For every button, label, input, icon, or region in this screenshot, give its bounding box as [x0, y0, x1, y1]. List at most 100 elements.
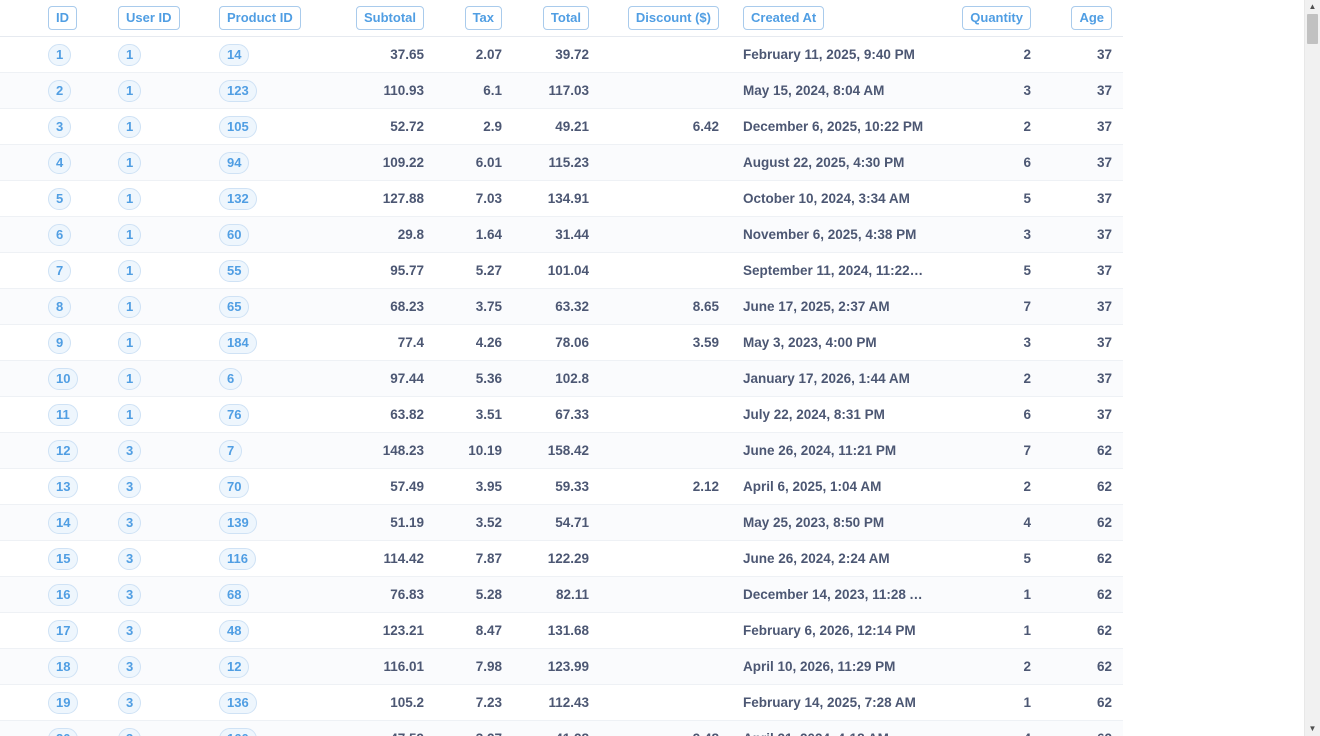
column-header-label[interactable]: Quantity	[962, 6, 1031, 30]
cell-product-id[interactable]: 123	[219, 73, 329, 108]
cell-product-id[interactable]: 105	[219, 109, 329, 144]
fk-link-pill[interactable]: 60	[219, 223, 250, 246]
cell-product-id[interactable]: 48	[219, 613, 329, 648]
cell-product-id[interactable]: 76	[219, 397, 329, 432]
table-row[interactable]: 6 1 60 29.8 1.64 31.44 November 6, 2025, 4:38 …	[0, 217, 1123, 253]
fk-link-pill[interactable]: 7	[48, 259, 72, 282]
column-header-label[interactable]: Product ID	[219, 6, 301, 30]
fk-link-pill[interactable]: 3	[118, 619, 142, 642]
cell-id[interactable]: 17	[48, 613, 108, 648]
fk-link-pill[interactable]: 6	[48, 223, 72, 246]
fk-link-pill[interactable]: 1	[118, 295, 142, 318]
fk-link-pill[interactable]: 1	[118, 367, 142, 390]
fk-link-pill[interactable]: 12	[219, 655, 250, 678]
fk-link-pill[interactable]: 1	[118, 115, 142, 138]
fk-link-pill[interactable]: 76	[219, 403, 250, 426]
fk-link-pill[interactable]: 1	[118, 223, 142, 246]
cell-id[interactable]: 6	[48, 217, 108, 252]
cell-user-id[interactable]: 1	[118, 109, 208, 144]
cell-product-id[interactable]: 116	[219, 541, 329, 576]
column-header-label[interactable]: Discount ($)	[627, 6, 719, 30]
fk-link-pill[interactable]: 1	[118, 79, 142, 102]
cell-product-id[interactable]: 70	[219, 469, 329, 504]
table-row[interactable]: 8 1 65 68.23 3.75 63.32 8.65 June 17, 2025, 2:3…	[0, 289, 1123, 325]
fk-link-pill[interactable]: 19	[48, 691, 79, 714]
cell-user-id[interactable]: 1	[118, 397, 208, 432]
fk-link-pill[interactable]: 48	[219, 619, 250, 642]
cell-product-id[interactable]: 60	[219, 217, 329, 252]
cell-user-id[interactable]: 3	[118, 577, 208, 612]
fk-link-pill[interactable]: 18	[48, 655, 79, 678]
table-row[interactable]: 20 3 160 47.59 3.27 41.28 9.48 April 21, 2024, …	[0, 721, 1123, 736]
cell-product-id[interactable]: 12	[219, 649, 329, 684]
column-header-label[interactable]: Tax	[464, 6, 502, 30]
column-header-label[interactable]: User ID	[118, 6, 180, 30]
cell-user-id[interactable]: 1	[118, 253, 208, 288]
cell-product-id[interactable]: 160	[219, 721, 329, 736]
fk-link-pill[interactable]: 123	[219, 79, 257, 102]
table-row[interactable]: 12 3 7 148.23 10.19 158.42 June 26, 2024, 11:2…	[0, 433, 1123, 469]
cell-id[interactable]: 19	[48, 685, 108, 720]
cell-user-id[interactable]: 1	[118, 37, 208, 72]
cell-user-id[interactable]: 3	[118, 685, 208, 720]
fk-link-pill[interactable]: 160	[219, 727, 257, 736]
cell-user-id[interactable]: 1	[118, 217, 208, 252]
fk-link-pill[interactable]: 9	[48, 331, 72, 354]
table-row[interactable]: 9 1 184 77.4 4.26 78.06 3.59 May 3, 2023, 4:00 …	[0, 325, 1123, 361]
column-header-age[interactable]: Age	[1040, 0, 1112, 36]
fk-link-pill[interactable]: 132	[219, 187, 257, 210]
fk-link-pill[interactable]: 94	[219, 151, 250, 174]
cell-id[interactable]: 15	[48, 541, 108, 576]
fk-link-pill[interactable]: 184	[219, 331, 257, 354]
fk-link-pill[interactable]: 139	[219, 511, 257, 534]
fk-link-pill[interactable]: 3	[118, 547, 142, 570]
scroll-down-icon[interactable]: ▼	[1305, 722, 1320, 736]
table-row[interactable]: 16 3 68 76.83 5.28 82.11 December 14, 2023, 11…	[0, 577, 1123, 613]
table-row[interactable]: 19 3 136 105.2 7.23 112.43 February 14, 2025, …	[0, 685, 1123, 721]
fk-link-pill[interactable]: 1	[118, 187, 142, 210]
scrollbar-thumb[interactable]	[1307, 14, 1318, 44]
fk-link-pill[interactable]: 1	[48, 43, 72, 66]
cell-user-id[interactable]: 1	[118, 361, 208, 396]
fk-link-pill[interactable]: 16	[48, 583, 79, 606]
cell-user-id[interactable]: 3	[118, 613, 208, 648]
table-row[interactable]: 18 3 12 116.01 7.98 123.99 April 10, 2026, 11:…	[0, 649, 1123, 685]
fk-link-pill[interactable]: 10	[48, 367, 79, 390]
fk-link-pill[interactable]: 68	[219, 583, 250, 606]
cell-id[interactable]: 5	[48, 181, 108, 216]
cell-user-id[interactable]: 3	[118, 649, 208, 684]
cell-user-id[interactable]: 1	[118, 145, 208, 180]
fk-link-pill[interactable]: 1	[118, 151, 142, 174]
column-header-label[interactable]: Age	[1071, 6, 1112, 30]
cell-id[interactable]: 8	[48, 289, 108, 324]
fk-link-pill[interactable]: 3	[118, 511, 142, 534]
table-row[interactable]: 14 3 139 51.19 3.52 54.71 May 25, 2023, 8:50 P…	[0, 505, 1123, 541]
table-row[interactable]: 4 1 94 109.22 6.01 115.23 August 22, 2025, 4:3…	[0, 145, 1123, 181]
cell-user-id[interactable]: 3	[118, 505, 208, 540]
cell-id[interactable]: 18	[48, 649, 108, 684]
cell-id[interactable]: 4	[48, 145, 108, 180]
cell-user-id[interactable]: 1	[118, 181, 208, 216]
cell-product-id[interactable]: 139	[219, 505, 329, 540]
fk-link-pill[interactable]: 11	[48, 403, 78, 426]
table-row[interactable]: 13 3 70 57.49 3.95 59.33 2.12 April 6, 2025, 1:…	[0, 469, 1123, 505]
cell-product-id[interactable]: 14	[219, 37, 329, 72]
cell-id[interactable]: 11	[48, 397, 108, 432]
cell-product-id[interactable]: 132	[219, 181, 329, 216]
cell-id[interactable]: 9	[48, 325, 108, 360]
column-header-tax[interactable]: Tax	[440, 0, 502, 36]
fk-link-pill[interactable]: 1	[118, 43, 142, 66]
column-header-created-at[interactable]: Created At	[743, 0, 923, 36]
vertical-scrollbar[interactable]: ▲ ▼	[1304, 0, 1320, 736]
cell-id[interactable]: 3	[48, 109, 108, 144]
cell-id[interactable]: 12	[48, 433, 108, 468]
scroll-up-icon[interactable]: ▲	[1305, 0, 1320, 14]
fk-link-pill[interactable]: 4	[48, 151, 72, 174]
fk-link-pill[interactable]: 3	[118, 583, 142, 606]
table-row[interactable]: 1 1 14 37.65 2.07 39.72 February 11, 2025, 9:4…	[0, 37, 1123, 73]
cell-product-id[interactable]: 55	[219, 253, 329, 288]
cell-id[interactable]: 1	[48, 37, 108, 72]
fk-link-pill[interactable]: 1	[118, 403, 142, 426]
fk-link-pill[interactable]: 3	[48, 115, 72, 138]
column-header-total[interactable]: Total	[515, 0, 589, 36]
